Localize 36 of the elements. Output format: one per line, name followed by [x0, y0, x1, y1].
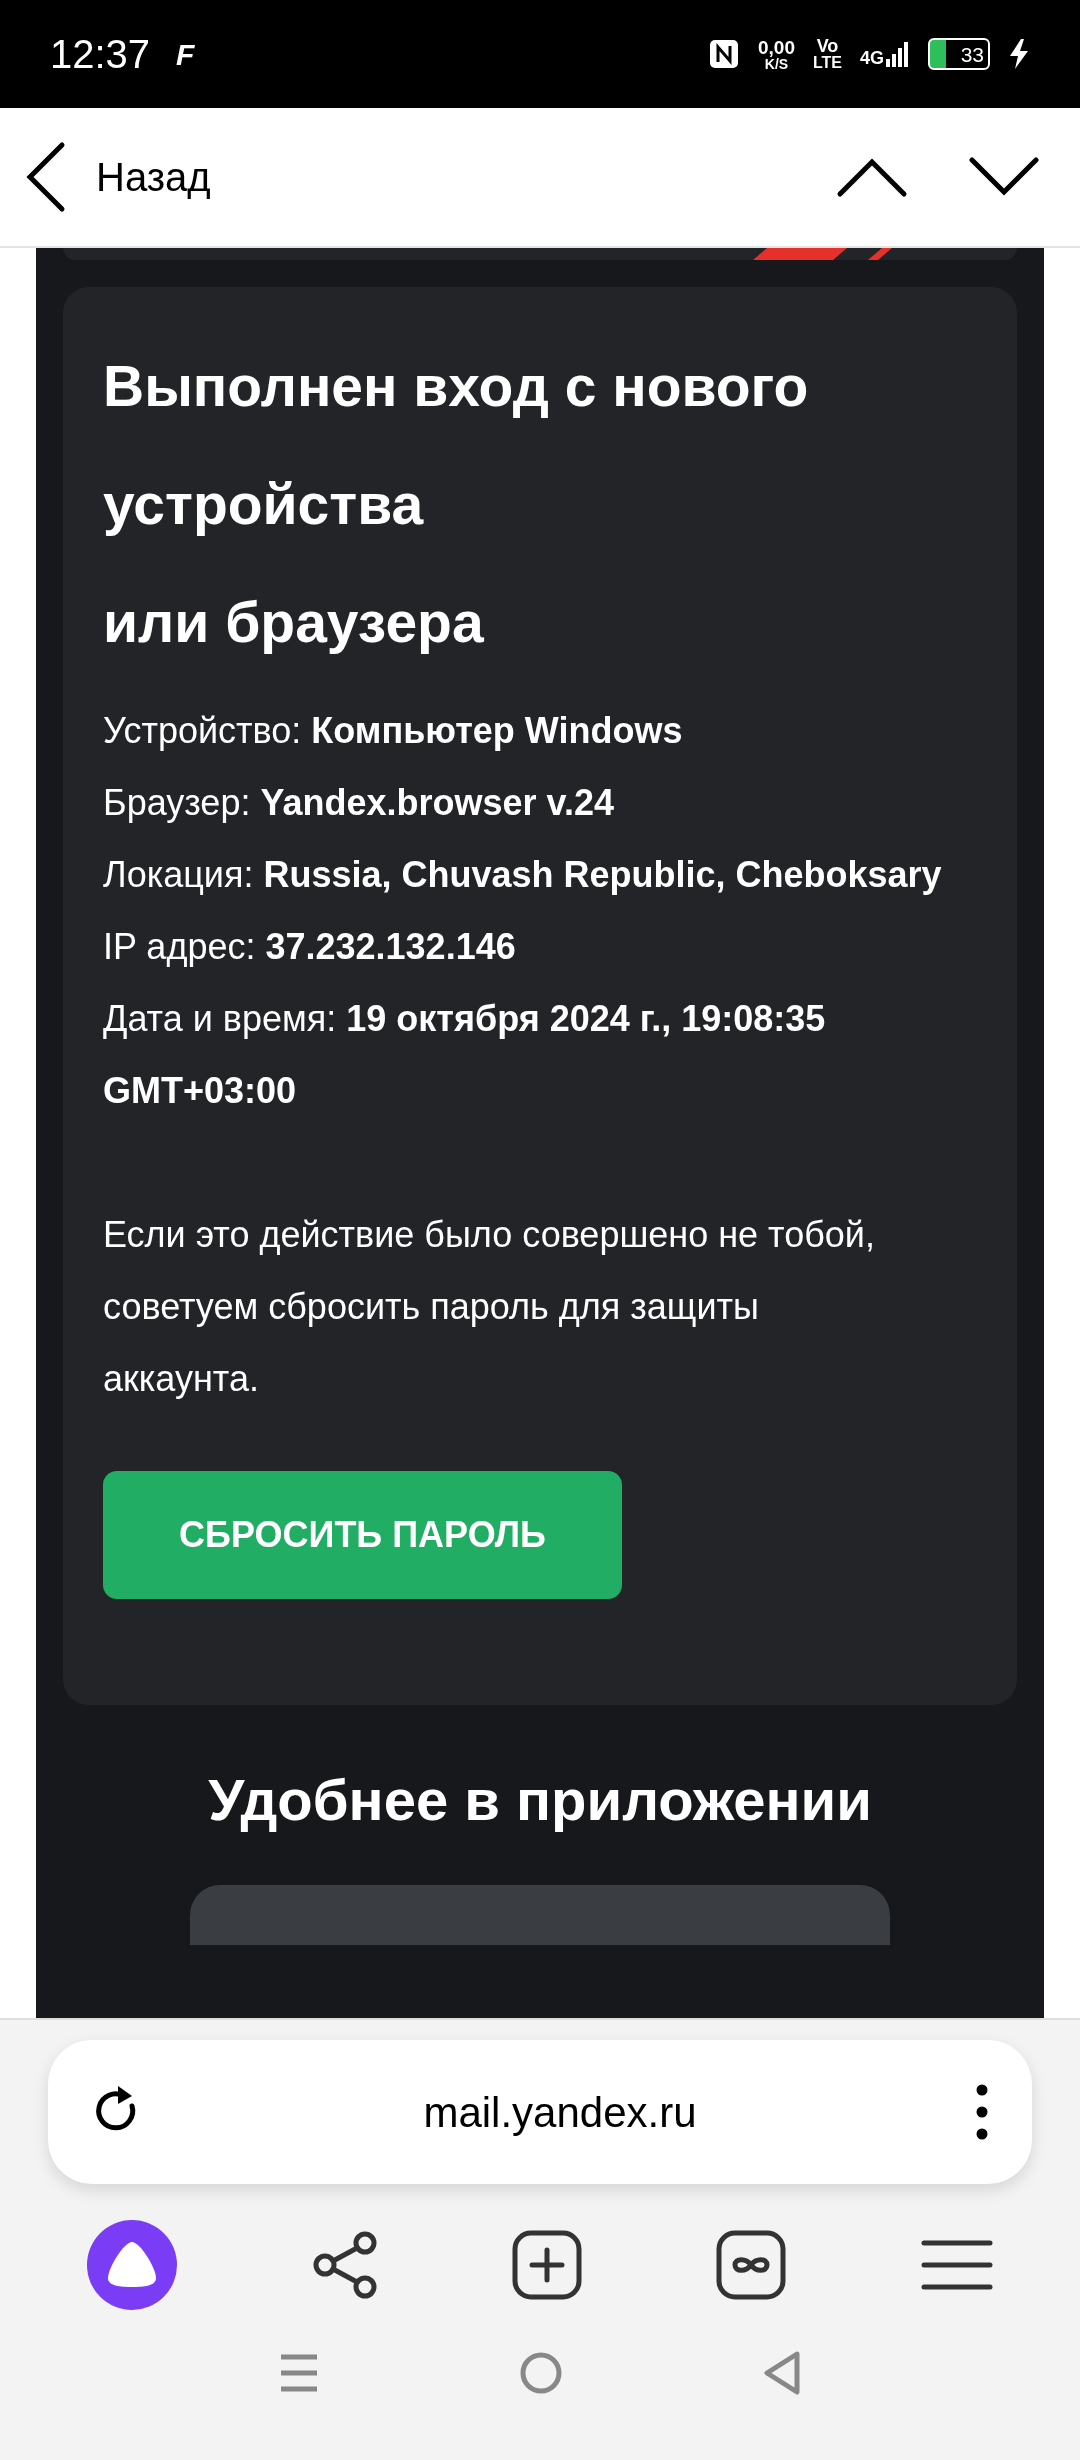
recents-icon[interactable] [279, 2354, 319, 2392]
address-bar[interactable]: mail.yandex.ru [48, 2040, 1032, 2184]
charging-icon [1008, 39, 1030, 69]
menu-icon[interactable] [920, 2238, 993, 2292]
detail-line: Браузер: Yandex.browser v.24 [103, 781, 615, 825]
chevron-down-icon [968, 156, 1040, 198]
speed-value: 0,00 [757, 37, 795, 57]
clock: 12:37 [50, 31, 151, 78]
url-text: mail.yandex.ru [422, 2087, 698, 2138]
back-nav-icon[interactable] [763, 2350, 801, 2396]
app-promo-title: Удобнее в приложении [207, 1766, 873, 1834]
chevron-up-icon [836, 156, 908, 198]
notification-letter: F [176, 36, 195, 73]
new-tab-icon[interactable] [511, 2230, 582, 2300]
share-icon[interactable] [311, 2230, 378, 2300]
next-button[interactable] [968, 156, 1040, 198]
infinity-icon[interactable] [716, 2230, 787, 2300]
battery-level: 33 [959, 43, 985, 65]
alert-title: или браузера [103, 589, 485, 656]
volte-label: Vo [816, 37, 839, 55]
network-type: 4G [860, 49, 884, 67]
back-button[interactable]: Назад [24, 141, 211, 213]
back-icon [24, 141, 66, 213]
volte-label: LTE [812, 55, 842, 71]
home-icon[interactable] [519, 2351, 563, 2395]
detail-line: Устройство: Компьютер Windows [103, 709, 684, 753]
assistant-icon[interactable] [87, 2220, 178, 2310]
nfc-icon [707, 38, 740, 70]
detail-line: IP адрес: 37.232.132.146 [103, 925, 517, 969]
security-advice: Если это действие было совершено не тобой, советуем сбросить пароль для защиты аккаунта. [103, 1213, 876, 1401]
detail-line: Дата и время: 19 октября 2024 г., 19:08:35 GMT+03:00 [103, 997, 827, 1113]
previous-button[interactable] [836, 156, 908, 198]
detail-line: Локация: Russia, Chuvash Republic, Cheboksary [103, 853, 943, 897]
speed-unit: K/S [764, 56, 789, 71]
more-icon[interactable] [976, 2084, 988, 2140]
signal-icon [886, 41, 910, 67]
